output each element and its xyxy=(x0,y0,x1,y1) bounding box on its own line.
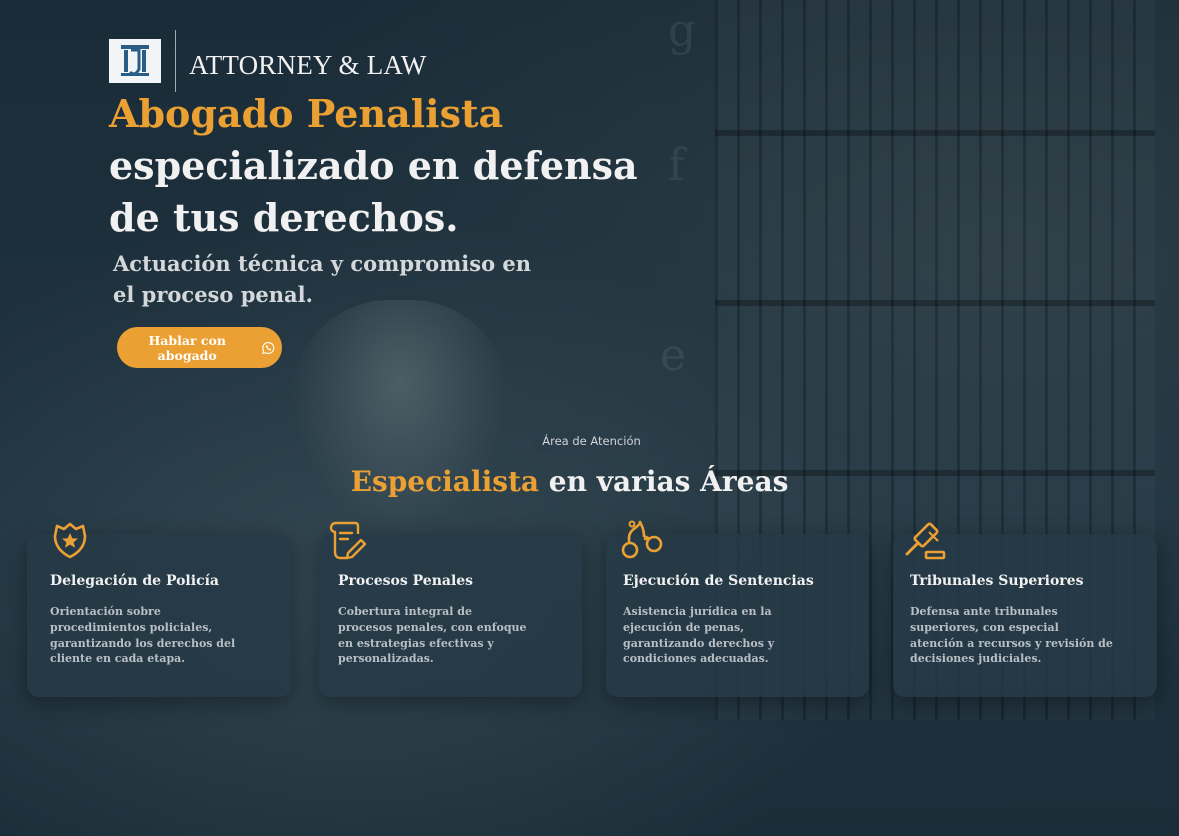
card-description: Defensa ante tribunales superiores, con e… xyxy=(910,605,1113,666)
card-description: Cobertura integral de procesos penales, c… xyxy=(338,605,527,666)
background-glyph: f xyxy=(668,140,685,191)
logo-divider xyxy=(175,30,176,92)
card-title: Ejecución de Sentencias xyxy=(623,573,814,589)
document-pen-icon xyxy=(329,521,367,560)
hero-subtitle: Actuación técnica y compromiso en el pro… xyxy=(113,248,533,310)
handcuffs-icon xyxy=(621,520,663,559)
gavel-icon xyxy=(905,522,946,560)
shelf-divider xyxy=(715,300,1155,306)
cta-label: Hablar con abogado xyxy=(148,332,226,363)
police-badge-icon xyxy=(53,522,87,559)
card-title: Delegación de Policía xyxy=(50,573,219,589)
background-glyph: e xyxy=(660,330,687,381)
card-description: Asistencia jurídica en la ejecución de pe… xyxy=(623,605,775,666)
card-description: Orientación sobre procedimientos policial… xyxy=(50,605,236,666)
card-title: Procesos Penales xyxy=(338,573,474,589)
hero-title-line: de tus derechos. xyxy=(109,195,459,240)
shelf-divider xyxy=(715,130,1155,136)
hero-subtitle-line: Actuación técnica y compromiso en xyxy=(113,251,532,276)
whatsapp-icon xyxy=(262,341,275,354)
logo[interactable] xyxy=(109,39,161,83)
hero-title-accent: Abogado Penalista xyxy=(109,91,504,136)
hero-subtitle-line: el proceso penal. xyxy=(113,282,313,307)
brand-name[interactable]: ATTORNEY & LAW xyxy=(189,50,427,81)
section-title: Especialista en varias Áreas xyxy=(0,465,1139,498)
hero-title: Abogado Penalista especializado en defen… xyxy=(109,88,638,244)
section-pill: Área de Atención xyxy=(534,428,649,454)
section-title-accent: Especialista xyxy=(350,465,540,498)
background-glyph: g xyxy=(668,5,697,56)
section-title-rest: en varias Áreas xyxy=(539,465,789,498)
talk-to-lawyer-button[interactable]: Hablar con abogado xyxy=(117,327,282,368)
pillar-logo-icon xyxy=(121,45,149,76)
hero-title-line: especializado en defensa xyxy=(109,143,638,188)
card-title: Tribunales Superiores xyxy=(910,573,1084,589)
